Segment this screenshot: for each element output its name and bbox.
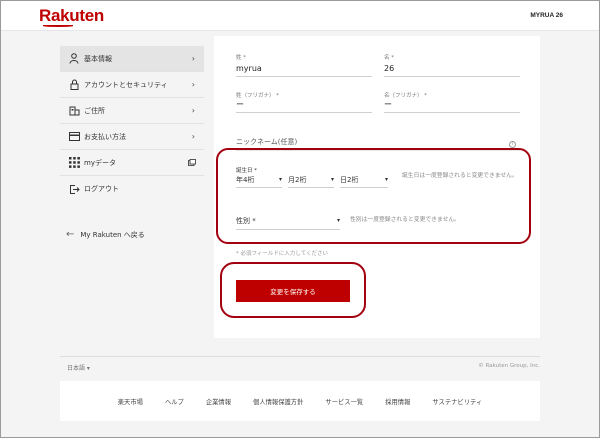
grid-icon — [68, 157, 80, 169]
sidebar-item-label: アカウントとセキュリティ — [84, 80, 168, 89]
input-underline — [236, 76, 372, 77]
footer-link-sustainability[interactable]: サステナビリティ — [432, 397, 482, 406]
sidebar-item-logout[interactable]: ログアウト — [60, 176, 204, 202]
sidebar-item-address[interactable]: ご住所 › — [60, 98, 204, 124]
sidebar-item-label: myデータ — [84, 158, 116, 167]
arrow-left-icon: ← — [66, 229, 75, 240]
external-window-icon — [188, 159, 196, 168]
last-name-label: 姓 * — [236, 55, 246, 61]
footer-link-services[interactable]: サービス一覧 — [325, 397, 363, 406]
person-icon — [68, 53, 80, 65]
first-name-input[interactable]: 26 — [384, 64, 394, 73]
last-name-kana-label: 姓（フリガナ） * — [236, 93, 279, 99]
address-icon — [68, 105, 80, 117]
footer-link-careers[interactable]: 採用情報 — [385, 397, 410, 406]
back-to-myrakuten-link[interactable]: ← My Rakuten へ戻る — [66, 229, 145, 240]
rakuten-logo[interactable]: Rakuten — [39, 6, 104, 26]
username-label[interactable]: MYRUA 26 — [530, 12, 563, 19]
first-name-kana-label: 名（フリガナ） * — [384, 93, 427, 99]
credit-card-icon — [68, 131, 80, 143]
footer-link-help[interactable]: ヘルプ — [165, 397, 184, 406]
sidebar-item-payment[interactable]: お支払い方法 › — [60, 124, 204, 150]
chevron-right-icon: › — [191, 80, 195, 89]
chevron-right-icon: › — [191, 106, 195, 115]
sidebar-item-label: 基本情報 — [84, 54, 112, 63]
footer-link-corporate[interactable]: 企業情報 — [206, 397, 231, 406]
language-select[interactable]: 日本語 ▾ — [67, 363, 90, 372]
sidebar: 基本情報 › アカウントとセキュリティ › ご住所 › お支払い方法 › myデ… — [60, 46, 204, 202]
info-icon[interactable]: i — [509, 141, 516, 148]
sidebar-item-mydata[interactable]: myデータ — [60, 150, 204, 176]
first-name-label: 名 * — [384, 55, 394, 61]
copyright-text: © Rakuten Group, Inc. — [478, 363, 540, 369]
required-fields-note: * 必須フィールドに入力してください — [236, 251, 329, 257]
highlight-oval-save-button — [220, 262, 366, 318]
footer-divider — [60, 356, 540, 357]
footer-link-privacy[interactable]: 個人情報保護方針 — [253, 397, 303, 406]
highlight-oval-birthday-gender — [216, 148, 531, 244]
footer-link-ichiba[interactable]: 楽天市場 — [118, 397, 143, 406]
last-name-input[interactable]: myrua — [236, 64, 262, 73]
sidebar-item-label: ログアウト — [84, 185, 119, 193]
lock-icon — [68, 79, 80, 91]
nickname-input[interactable]: ニックネーム(任意) — [236, 137, 297, 147]
sidebar-item-label: ご住所 — [84, 106, 105, 115]
input-underline — [236, 112, 372, 113]
logout-icon — [68, 183, 80, 195]
back-link-label: My Rakuten へ戻る — [80, 230, 145, 239]
last-name-kana-input[interactable]: ー — [236, 99, 244, 110]
sidebar-item-account-security[interactable]: アカウントとセキュリティ › — [60, 72, 204, 98]
footer-links: 楽天市場 ヘルプ 企業情報 個人情報保護方針 サービス一覧 採用情報 サステナビ… — [60, 381, 540, 421]
input-underline — [384, 112, 520, 113]
logo-swoosh — [43, 25, 73, 27]
top-header: Rakuten MYRUA 26 — [1, 1, 599, 31]
sidebar-item-basic-info[interactable]: 基本情報 › — [60, 46, 204, 72]
chevron-right-icon: › — [191, 54, 195, 63]
chevron-right-icon: › — [191, 132, 195, 141]
sidebar-item-label: お支払い方法 — [84, 132, 126, 141]
first-name-kana-input[interactable]: ー — [384, 99, 392, 110]
input-underline — [384, 76, 520, 77]
